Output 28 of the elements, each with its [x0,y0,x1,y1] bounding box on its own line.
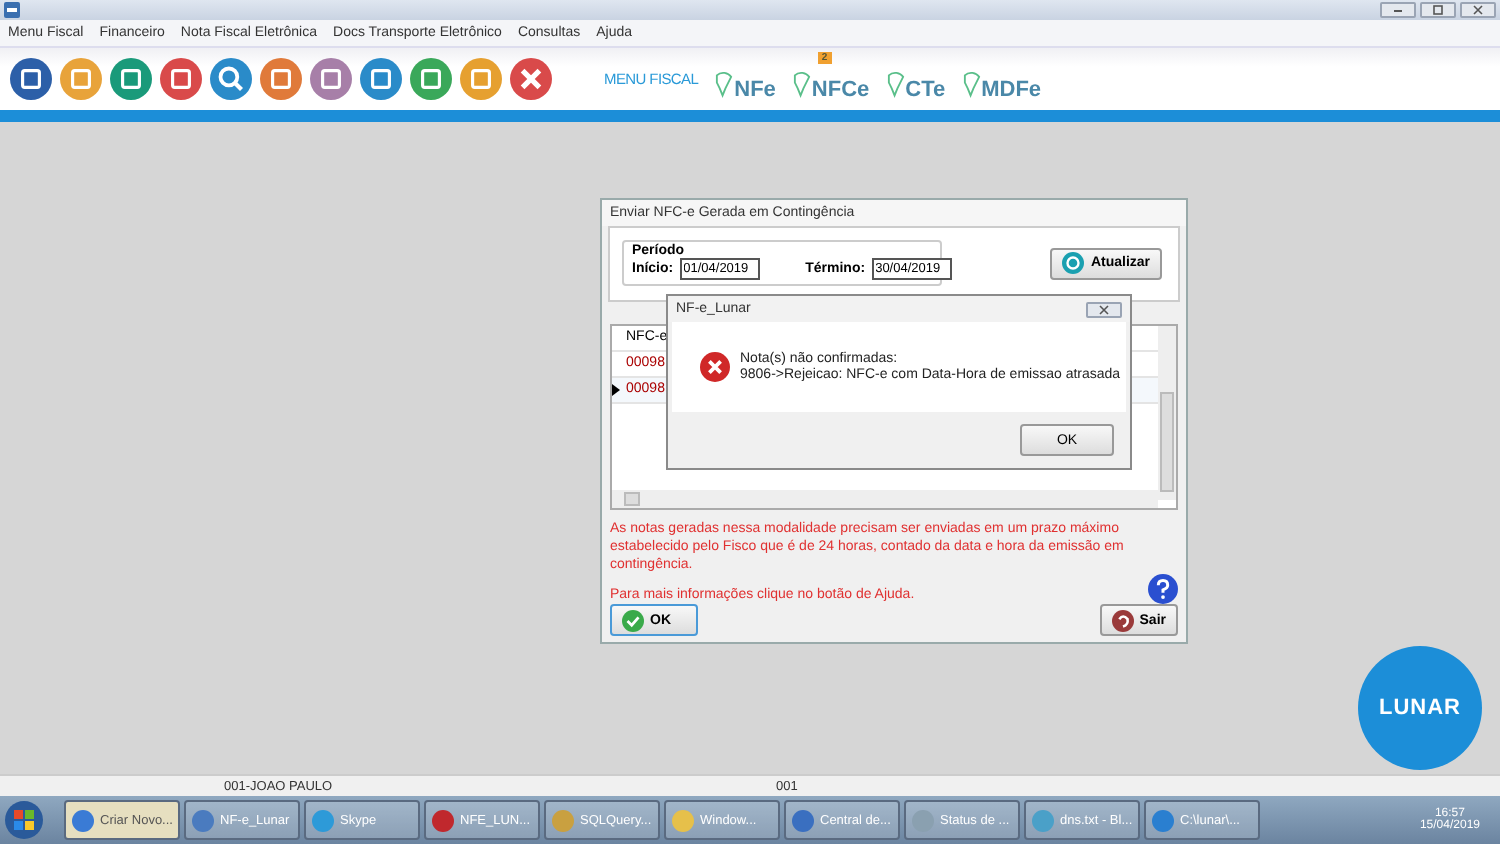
module-button[interactable]: CTe [885,57,946,101]
module-button[interactable]: MDFe [961,57,1042,101]
app-icon [312,809,334,831]
app-icon [792,809,814,831]
help-icon[interactable] [1148,574,1178,604]
app-icon [192,809,214,831]
error-icon [700,352,730,382]
refresh-icon [1062,252,1085,275]
close-button[interactable] [1086,301,1122,317]
logo: LUNAR [1358,646,1482,770]
app-icon [1152,809,1174,831]
close-icon[interactable] [510,58,552,100]
app-icon [552,809,574,831]
app-icon [672,809,694,831]
app-icon [1032,809,1054,831]
search-icon[interactable] [210,58,252,100]
app-icon [432,809,454,831]
restore-button[interactable] [1420,2,1456,18]
close-button[interactable] [1460,2,1496,18]
back-arrow-icon [1111,609,1134,631]
vertical-scrollbar[interactable] [1158,325,1176,500]
start-button[interactable] [4,800,44,840]
check-icon [622,609,644,631]
horizontal-scrollbar[interactable] [612,490,1158,508]
module-button[interactable]: NFe [714,57,776,101]
row-pointer-icon [612,383,620,396]
minimize-button[interactable] [1380,2,1416,18]
app-icon [72,809,94,831]
